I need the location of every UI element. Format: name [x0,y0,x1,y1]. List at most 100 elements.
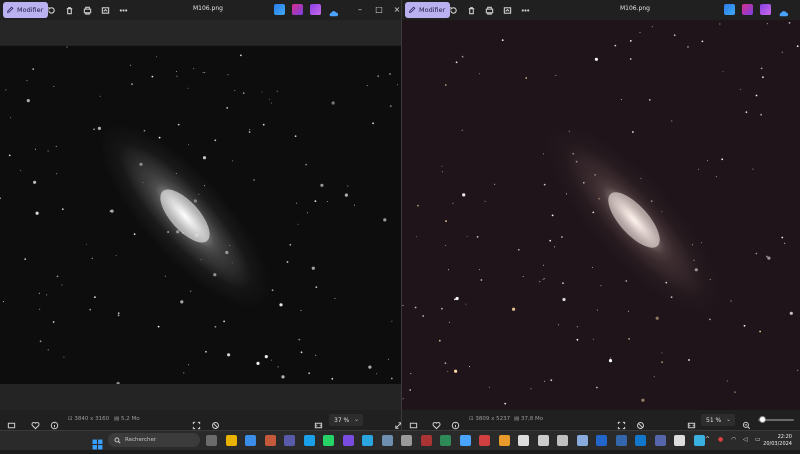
info-button[interactable] [451,415,461,430]
enhance-button[interactable] [99,4,111,16]
favorite-button[interactable] [31,415,41,430]
trash-icon [66,6,72,14]
speaker-icon[interactable]: ◁ [743,436,748,443]
modify-button[interactable]: Modifier [3,2,49,18]
maximize-button[interactable]: □ [374,4,384,16]
taskbar-app-icon[interactable] [440,435,451,446]
taskbar-app-icon[interactable] [616,435,627,446]
zoom-slider-thumb[interactable] [759,416,766,423]
info-button[interactable] [50,415,60,430]
taskbar-app-icon[interactable] [382,435,393,446]
taskbar-app-icon[interactable] [596,435,607,446]
zoom-dropdown[interactable]: 51 % ⌄ [701,414,735,426]
taskbar-app-icon[interactable] [538,435,549,446]
status-bar: ⊡ 3809 x 5237 ▤ 37,8 Mo 51 % ⌄ [402,410,800,430]
filmstrip-icon [7,422,16,429]
more-icon [521,8,529,12]
clock-time: 22:20 [777,434,792,440]
chevron-down-icon: ⌄ [353,416,359,423]
actual-size-icon [314,422,323,429]
more-button[interactable] [519,4,531,16]
pencil-icon [409,6,416,13]
taskbar-app-icon[interactable] [245,435,256,446]
taskbar-app-icon[interactable] [421,435,432,446]
windows-start-button[interactable] [92,435,103,450]
expand-button[interactable] [394,415,401,429]
clock[interactable]: 22:20 20/03/2024 [763,434,792,448]
delete-button[interactable] [63,4,75,16]
taskbar-app-icon[interactable] [577,435,588,446]
taskbar-app-icon[interactable] [323,435,334,446]
taskbar-search[interactable]: Rechercher [108,433,200,447]
image-dimensions: ⊡ 3840 x 3160 [68,416,110,422]
image-canvas[interactable] [402,20,800,410]
print-button[interactable] [483,4,495,16]
enhance-icon [503,6,511,14]
modify-button[interactable]: Modifier [405,2,451,18]
taskbar-app-icon[interactable] [499,435,510,446]
minimize-button[interactable]: – [355,4,365,16]
taskbar-app-icon[interactable] [635,435,646,446]
zoom-dropdown[interactable]: 37 % ⌄ [329,414,363,426]
image-canvas[interactable] [0,46,401,384]
taskbar-app-icon[interactable] [362,435,373,446]
taskbar-app-icon[interactable] [655,435,666,446]
taskbar-app-icon[interactable] [206,435,217,446]
app-icon-magenta[interactable] [742,4,753,15]
taskbar-app-icon[interactable] [343,435,354,446]
taskbar-app-icon[interactable] [265,435,276,446]
title-bar: Modifier M106.png – □ × [0,0,401,20]
chevron-down-icon: ⌄ [725,416,731,423]
file-name: M106.png [193,5,223,12]
compare-button[interactable] [211,415,221,429]
enhance-button[interactable] [501,4,513,16]
app-icon-blue[interactable] [274,4,285,15]
rotate-button[interactable] [447,4,459,16]
cloud-icon[interactable] [328,4,339,17]
chevron-up-icon[interactable]: ^ [705,436,710,443]
dimensions-value: 3840 x 3160 [74,416,110,422]
more-icon [119,8,127,12]
taskbar-app-icon[interactable] [518,435,529,446]
battery-icon[interactable]: ▭ [755,436,761,443]
actual-size-button[interactable] [314,415,324,429]
fit-screen-button[interactable] [192,415,202,430]
taskbar-app-icon[interactable] [674,435,685,446]
taskbar-app-icon[interactable] [401,435,412,446]
fit-screen-button[interactable] [617,415,627,430]
more-button[interactable] [117,4,129,16]
taskbar-app-icon[interactable] [557,435,568,446]
app-icon-purple[interactable] [310,4,321,15]
clock-date: 20/03/2024 [763,441,792,447]
zoom-out-button[interactable] [742,415,752,430]
modify-label: Modifier [419,6,446,14]
fit-icon [617,421,626,430]
filmstrip-toggle[interactable] [409,415,419,429]
taskbar-app-icon[interactable] [479,435,490,446]
app-icon-magenta[interactable] [292,4,303,15]
actual-size-button[interactable] [687,415,697,429]
cloud-icon[interactable] [778,4,789,17]
app-icon-blue[interactable] [724,4,735,15]
photos-window-right: Modifier M106.png ⊡ 3809 x 5237 ▤ 37,8 M… [402,0,800,430]
compare-button[interactable] [636,415,646,429]
taskbar-app-icon[interactable] [304,435,315,446]
close-button[interactable]: × [392,4,401,16]
rotate-icon [47,6,55,14]
taskbar-app-icon[interactable] [694,435,705,446]
taskbar-app-icon[interactable] [284,435,295,446]
taskbar-app-icon[interactable] [460,435,471,446]
photos-window-left: Modifier M106.png – □ × ⊡ 3840 x 3160 ▤ … [0,0,402,430]
filmstrip-toggle[interactable] [7,415,17,429]
wifi-icon[interactable]: ◠ [731,436,736,443]
favorite-button[interactable] [432,415,442,430]
file-size: ▤ 37,8 Mo [514,416,544,422]
galaxy-image-color [402,20,800,410]
shield-icon[interactable]: ● [718,436,723,443]
delete-button[interactable] [465,4,477,16]
taskbar-app-icon[interactable] [226,435,237,446]
search-placeholder: Rechercher [125,437,157,443]
app-icon-purple[interactable] [760,4,771,15]
rotate-button[interactable] [45,4,57,16]
print-button[interactable] [81,4,93,16]
